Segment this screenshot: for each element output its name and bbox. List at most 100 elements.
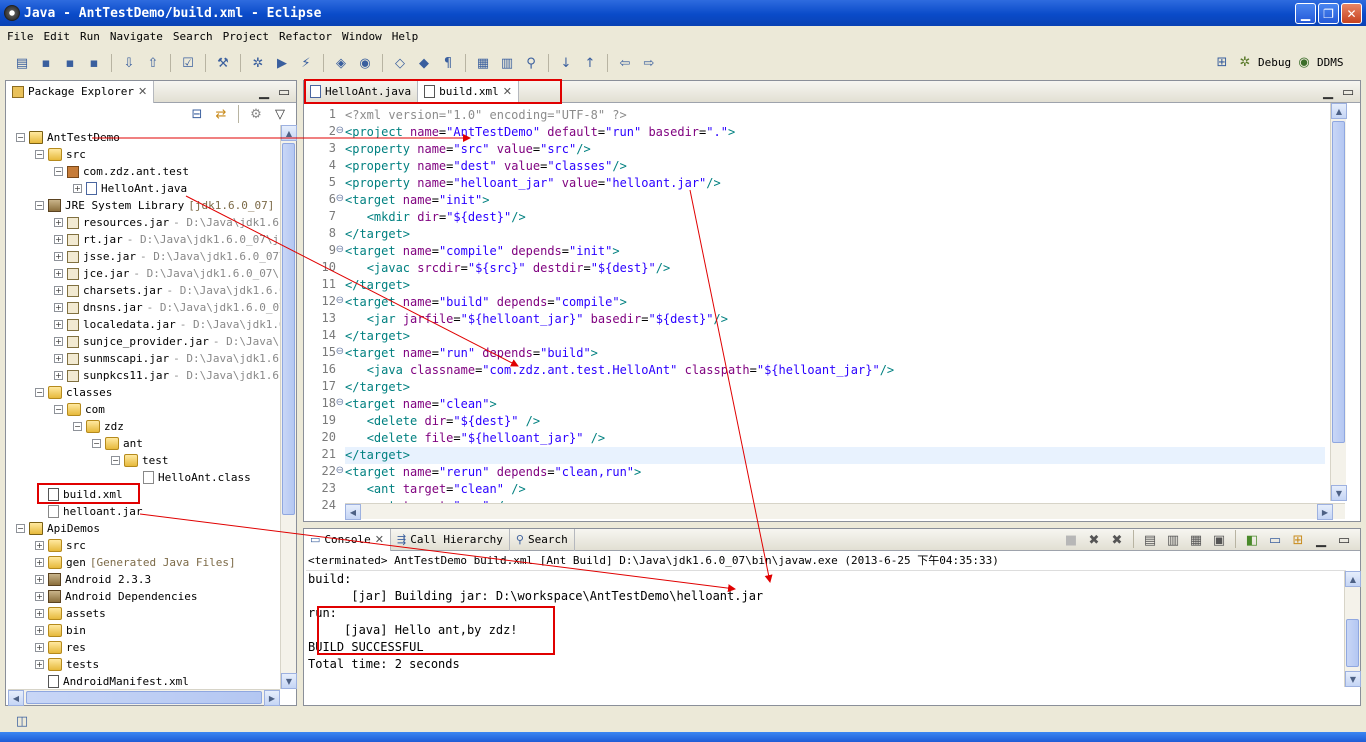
- tree-item[interactable]: + jce.jar - D:\Java\jdk1.6.0_07\jr: [54, 265, 286, 282]
- debug-icon[interactable]: ✲: [248, 53, 268, 73]
- tree-item[interactable]: helloant.jar: [35, 503, 142, 520]
- tree-item[interactable]: + gen [Generated Java Files]: [35, 554, 236, 571]
- export-icon[interactable]: ⇧: [143, 53, 163, 73]
- expand-icon[interactable]: +: [35, 592, 44, 601]
- console-scroll-thumb[interactable]: [1346, 619, 1359, 667]
- menu-navigate[interactable]: Navigate: [105, 30, 168, 43]
- tab-package-explorer[interactable]: Package Explorer ✕: [6, 80, 155, 103]
- collapse-icon[interactable]: −: [35, 388, 44, 397]
- back-icon[interactable]: ⇦: [615, 53, 635, 73]
- editor-scroll-right-button[interactable]: ▶: [1317, 504, 1333, 520]
- minimize-editor-icon[interactable]: ▁: [1318, 82, 1338, 102]
- remove-launch-icon[interactable]: ✖: [1084, 530, 1104, 550]
- expand-icon[interactable]: +: [35, 660, 44, 669]
- tab-search[interactable]: ⚲ Search: [510, 528, 575, 551]
- minimize-button[interactable]: ▁: [1295, 3, 1316, 24]
- scroll-thumb[interactable]: [282, 143, 295, 515]
- expand-icon[interactable]: +: [35, 626, 44, 635]
- forward-icon[interactable]: ⇨: [639, 53, 659, 73]
- open-perspective-icon[interactable]: ⊞: [1212, 52, 1232, 72]
- collapse-icon[interactable]: −: [35, 150, 44, 159]
- display-console-icon[interactable]: ▭: [1265, 530, 1285, 550]
- package-explorer-vscrollbar[interactable]: ▲ ▼: [280, 125, 297, 689]
- fold-toggle-icon[interactable]: ⊖: [336, 295, 344, 306]
- tree-item[interactable]: − test: [111, 452, 169, 469]
- fold-toggle-icon[interactable]: ⊖: [336, 465, 344, 476]
- expand-icon[interactable]: +: [54, 269, 63, 278]
- tab-call-hierarchy[interactable]: ⇶ Call Hierarchy: [391, 528, 510, 551]
- expand-icon[interactable]: +: [54, 320, 63, 329]
- tree-item[interactable]: − src: [35, 146, 86, 163]
- new-icon[interactable]: ▤: [12, 53, 32, 73]
- expand-icon[interactable]: +: [35, 643, 44, 652]
- run-icon[interactable]: ▶: [272, 53, 292, 73]
- collapse-icon[interactable]: −: [16, 133, 25, 142]
- maximize-button[interactable]: ❐: [1318, 3, 1339, 24]
- generic-1-icon[interactable]: ◇: [390, 53, 410, 73]
- expand-icon[interactable]: +: [73, 184, 82, 193]
- import-icon[interactable]: ⇩: [119, 53, 139, 73]
- editor-hscrollbar[interactable]: ◀ ▶: [345, 503, 1345, 520]
- tree-item[interactable]: − AntTestDemo: [16, 129, 120, 146]
- tree-item[interactable]: + jsse.jar - D:\Java\jdk1.6.0_07\j: [54, 248, 286, 265]
- tree-item[interactable]: + Android 2.3.3: [35, 571, 151, 588]
- collapse-icon[interactable]: −: [54, 405, 63, 414]
- expand-icon[interactable]: +: [54, 235, 63, 244]
- perspective-ddms[interactable]: ◉ DDMS: [1294, 52, 1343, 72]
- hscroll-thumb[interactable]: [26, 691, 262, 704]
- tree-item[interactable]: − zdz: [73, 418, 124, 435]
- fold-toggle-icon[interactable]: ⊖: [336, 244, 344, 255]
- minimize-view-icon[interactable]: ▁: [254, 82, 274, 102]
- show-console-icon[interactable]: ▣: [1209, 530, 1229, 550]
- fold-toggle-icon[interactable]: ⊖: [336, 193, 344, 204]
- tree-item[interactable]: + charsets.jar - D:\Java\jdk1.6.0_: [54, 282, 286, 299]
- external-tools-icon[interactable]: ⚡: [296, 53, 316, 73]
- editor-scroll-thumb[interactable]: [1332, 121, 1345, 443]
- expand-icon[interactable]: +: [35, 558, 44, 567]
- new-class-icon[interactable]: ◉: [355, 53, 375, 73]
- tree-item[interactable]: + bin: [35, 622, 86, 639]
- fold-toggle-icon[interactable]: ⊖: [336, 346, 344, 357]
- filter-icon[interactable]: ⚙: [246, 104, 266, 124]
- console-scroll-up-button[interactable]: ▲: [1345, 571, 1361, 587]
- expand-icon[interactable]: +: [54, 303, 63, 312]
- tree-item[interactable]: − classes: [35, 384, 112, 401]
- collapse-all-icon[interactable]: ⊟: [187, 104, 207, 124]
- open-console-icon[interactable]: ⊞: [1288, 530, 1308, 550]
- maximize-view-icon[interactable]: ▭: [274, 82, 294, 102]
- save-icon[interactable]: ▪: [36, 53, 56, 73]
- scroll-left-button[interactable]: ◀: [8, 690, 24, 706]
- tree-item[interactable]: + tests: [35, 656, 99, 673]
- tree-item[interactable]: AndroidManifest.xml: [35, 673, 189, 690]
- close-view-icon[interactable]: ✕: [138, 85, 147, 98]
- expand-icon[interactable]: +: [54, 371, 63, 380]
- menu-window[interactable]: Window: [337, 30, 387, 43]
- tree-item[interactable]: + sunmscapi.jar - D:\Java\jdk1.6.0: [54, 350, 286, 367]
- tree-item[interactable]: + HelloAnt.java: [73, 180, 187, 197]
- editor-scroll-down-button[interactable]: ▼: [1331, 485, 1347, 501]
- expand-icon[interactable]: +: [54, 354, 63, 363]
- fold-toggle-icon[interactable]: ⊖: [336, 397, 344, 408]
- expand-icon[interactable]: +: [54, 286, 63, 295]
- print-icon[interactable]: ▪: [84, 53, 104, 73]
- tree-item[interactable]: + sunpkcs11.jar - D:\Java\jdk1.6.0: [54, 367, 286, 384]
- menu-file[interactable]: File: [2, 30, 39, 43]
- tree-item[interactable]: + localedata.jar - D:\Java\jdk1.6.: [54, 316, 286, 333]
- console-maximize-icon[interactable]: ▭: [1334, 530, 1354, 550]
- tree-item[interactable]: − ant: [92, 435, 143, 452]
- menu-edit[interactable]: Edit: [39, 30, 76, 43]
- prev-annotation-icon[interactable]: ↑: [580, 53, 600, 73]
- word-wrap-icon[interactable]: ▦: [1186, 530, 1206, 550]
- new-java-project-icon[interactable]: ◈: [331, 53, 351, 73]
- save-all-icon[interactable]: ▪: [60, 53, 80, 73]
- link-with-editor-icon[interactable]: ⇄: [211, 104, 231, 124]
- close-button[interactable]: ✕: [1341, 3, 1362, 24]
- editor-scroll-left-button[interactable]: ◀: [345, 504, 361, 520]
- tree-item[interactable]: + rt.jar - D:\Java\jdk1.6.0_07\jre: [54, 231, 286, 248]
- editor-scroll-up-button[interactable]: ▲: [1331, 103, 1347, 119]
- expand-icon[interactable]: +: [35, 541, 44, 550]
- tree-item[interactable]: + resources.jar - D:\Java\jdk1.6.0: [54, 214, 286, 231]
- collapse-icon[interactable]: −: [16, 524, 25, 533]
- expand-icon[interactable]: +: [54, 337, 63, 346]
- maximize-editor-icon[interactable]: ▭: [1338, 82, 1358, 102]
